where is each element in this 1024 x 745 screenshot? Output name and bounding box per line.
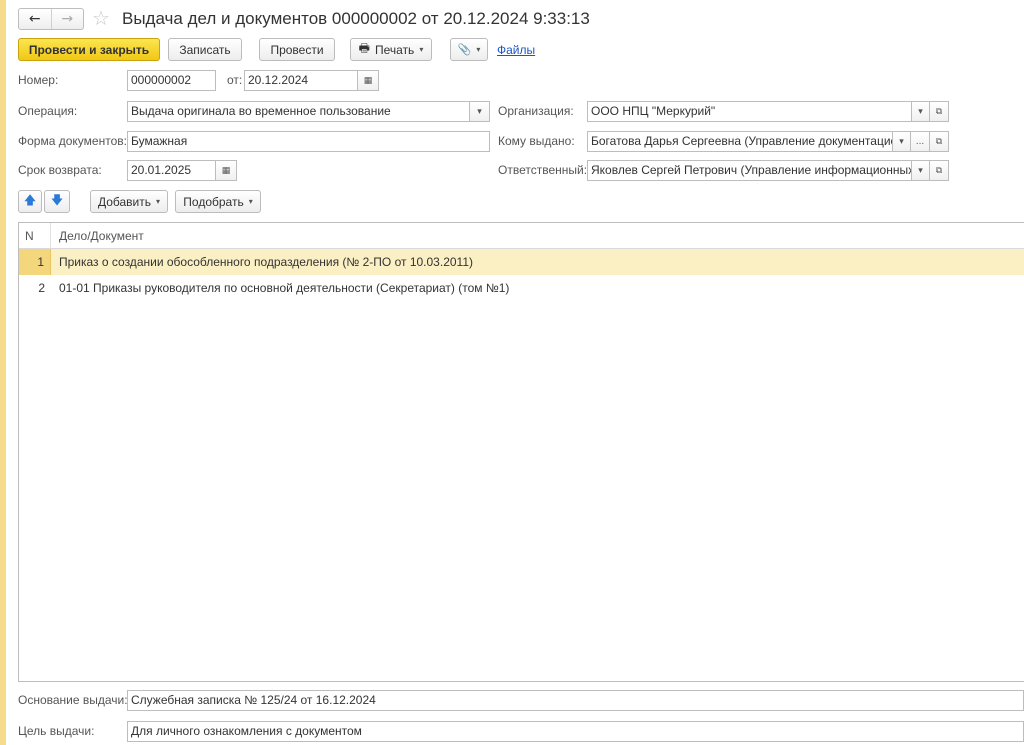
operation-label: Операция: xyxy=(18,104,78,118)
basis-label: Основание выдачи: xyxy=(18,693,128,707)
chevron-down-icon: ▾ xyxy=(918,106,923,117)
return-date-field[interactable]: 20.01.2025 xyxy=(127,160,216,181)
operation-select[interactable]: Выдача оригинала во временное пользовани… xyxy=(127,101,470,122)
organization-dropdown-button[interactable]: ▾ xyxy=(911,101,930,122)
date-field[interactable]: 20.12.2024 xyxy=(244,70,358,91)
table-row[interactable]: 1 Приказ о создании обособленного подраз… xyxy=(19,249,1024,275)
open-window-icon: ⧉ xyxy=(935,165,943,176)
post-label: Провести xyxy=(270,42,324,57)
chevron-down-icon: ▾ xyxy=(476,45,481,54)
issued-to-label: Кому выдано: xyxy=(498,134,575,148)
pick-label: Подобрать xyxy=(183,194,244,209)
purpose-field[interactable]: Для личного ознакомления с документом xyxy=(127,721,1024,742)
open-window-icon: ⧉ xyxy=(935,106,943,117)
date-label: от: xyxy=(227,73,243,87)
column-header-document[interactable]: Дело/Документ xyxy=(51,229,144,243)
save-label: Записать xyxy=(179,42,231,57)
back-arrow-icon: ← xyxy=(28,11,41,27)
add-button[interactable]: Добавить ▾ xyxy=(90,190,168,213)
print-button[interactable]: 🖶 Печать ▾ xyxy=(350,38,432,61)
row-number: 1 xyxy=(19,249,51,275)
open-window-icon: ⧉ xyxy=(935,136,943,147)
arrow-down-icon: 🡇 xyxy=(50,193,64,207)
chevron-down-icon: ▾ xyxy=(477,106,482,117)
doc-form-field[interactable]: Бумажная xyxy=(127,131,490,152)
issued-to-select-button[interactable]: ... xyxy=(910,131,930,152)
post-and-close-button[interactable]: Провести и закрыть xyxy=(18,38,160,61)
chevron-down-icon: ▾ xyxy=(248,197,253,206)
organization-label: Организация: xyxy=(498,104,574,118)
chevron-down-icon: ▾ xyxy=(419,45,424,54)
calendar-icon: ▦ xyxy=(363,75,373,86)
post-button[interactable]: Провести xyxy=(259,38,335,61)
operation-dropdown-button[interactable]: ▾ xyxy=(469,101,490,122)
page-title: Выдача дел и документов 000000002 от 20.… xyxy=(122,9,590,28)
forward-button[interactable]: → xyxy=(50,9,84,29)
table-header: N Дело/Документ xyxy=(19,223,1024,249)
number-label: Номер: xyxy=(18,73,59,87)
table-row[interactable]: 2 01-01 Приказы руководителя по основной… xyxy=(19,275,1024,301)
chevron-down-icon: ▾ xyxy=(899,136,904,147)
issued-to-open-button[interactable]: ⧉ xyxy=(929,131,949,152)
responsible-field[interactable]: Яковлев Сергей Петрович (Управление инфо… xyxy=(587,160,912,181)
responsible-label: Ответственный: xyxy=(498,163,588,177)
documents-table[interactable]: N Дело/Документ 1 Приказ о создании обос… xyxy=(18,222,1024,682)
window-left-accent xyxy=(0,0,6,745)
navigation-buttons: ← → xyxy=(18,8,84,30)
calendar-button[interactable]: ▦ xyxy=(215,160,237,181)
paperclip-icon: 📎 xyxy=(457,43,472,56)
arrow-up-icon: 🡅 xyxy=(23,193,37,207)
chevron-down-icon: ▾ xyxy=(156,197,161,206)
basis-field[interactable]: Служебная записка № 125/24 от 16.12.2024 xyxy=(127,690,1024,711)
responsible-open-button[interactable]: ⧉ xyxy=(929,160,949,181)
move-down-button[interactable]: 🡇 xyxy=(44,190,70,213)
organization-open-button[interactable]: ⧉ xyxy=(929,101,949,122)
calendar-button[interactable]: ▦ xyxy=(357,70,379,91)
ellipsis-icon: ... xyxy=(915,136,925,147)
add-label: Добавить xyxy=(97,194,152,209)
favorite-star-icon[interactable]: ☆ xyxy=(92,7,110,29)
row-document: Приказ о создании обособленного подразде… xyxy=(59,255,473,269)
printer-icon: 🖶 xyxy=(358,41,370,55)
print-label: Печать xyxy=(375,42,415,57)
forward-arrow-icon: → xyxy=(61,11,74,27)
purpose-label: Цель выдачи: xyxy=(18,724,95,738)
move-up-button[interactable]: 🡅 xyxy=(18,190,42,213)
pick-button[interactable]: Подобрать ▾ xyxy=(175,190,261,213)
post-and-close-label: Провести и закрыть xyxy=(28,42,150,57)
row-document: 01-01 Приказы руководителя по основной д… xyxy=(59,281,510,295)
chevron-down-icon: ▾ xyxy=(918,165,923,176)
return-date-label: Срок возврата: xyxy=(18,163,102,177)
back-button[interactable]: ← xyxy=(19,9,51,29)
organization-field[interactable]: ООО НПЦ "Меркурий" xyxy=(587,101,912,122)
issued-to-field[interactable]: Богатова Дарья Сергеевна (Управление док… xyxy=(587,131,893,152)
files-link[interactable]: Файлы xyxy=(497,43,535,57)
attach-button[interactable]: 📎 ▾ xyxy=(450,38,488,61)
issued-to-dropdown-button[interactable]: ▾ xyxy=(892,131,911,152)
column-header-n[interactable]: N xyxy=(19,223,51,249)
row-number: 2 xyxy=(38,281,45,295)
responsible-dropdown-button[interactable]: ▾ xyxy=(911,160,930,181)
number-field[interactable]: 000000002 xyxy=(127,70,216,91)
calendar-icon: ▦ xyxy=(221,165,231,176)
doc-form-label: Форма документов: xyxy=(18,134,127,148)
save-button[interactable]: Записать xyxy=(168,38,242,61)
